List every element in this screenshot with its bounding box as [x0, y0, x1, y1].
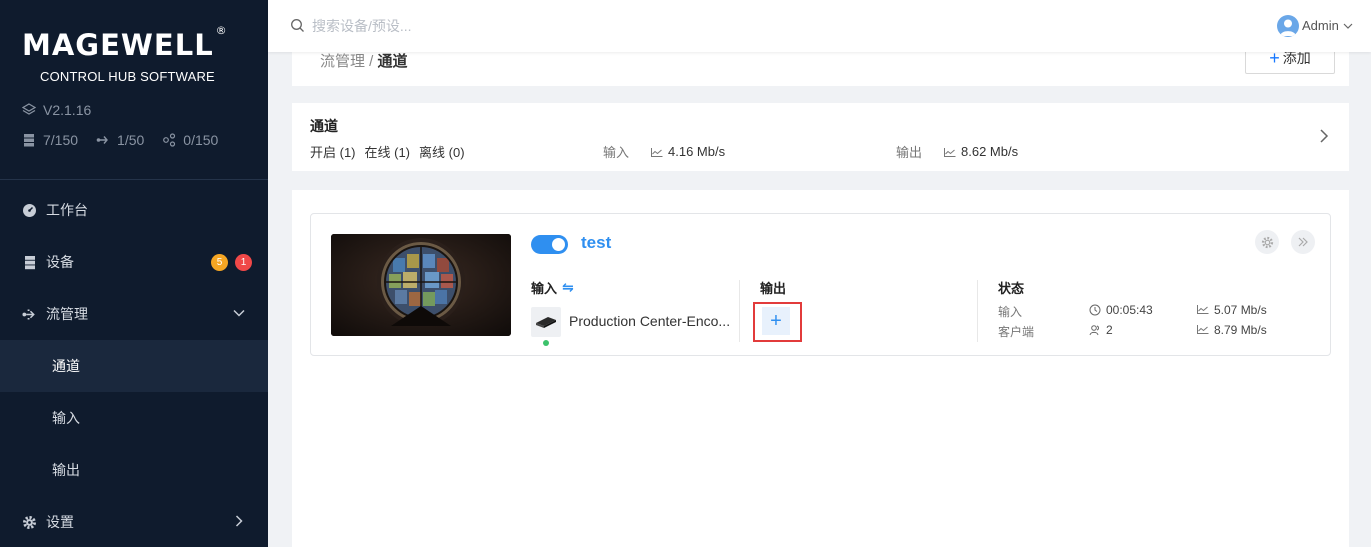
- server-icon: [22, 133, 36, 147]
- column-divider: [977, 280, 978, 342]
- warning-badge: 5: [211, 254, 228, 271]
- chevron-down-icon: [233, 309, 245, 317]
- version-text: V2.1.16: [43, 102, 92, 118]
- add-output-button[interactable]: +: [762, 307, 790, 335]
- chevron-right-icon[interactable]: [1317, 128, 1331, 144]
- gear-icon: [22, 515, 37, 530]
- channel-card[interactable]: test 输入 ⇋ Production Center-Enco... 输出 +…: [310, 213, 1331, 356]
- user-name: Admin: [1302, 18, 1339, 33]
- status-clients: 2: [1089, 323, 1113, 337]
- summary-title: 通道: [310, 118, 338, 134]
- bandwidth-icon: [1197, 324, 1209, 336]
- output-section-title: 输出: [760, 278, 786, 297]
- top-bar: Admin: [268, 0, 1371, 52]
- output-rate-label: 输出: [896, 145, 923, 160]
- channel-name[interactable]: test: [581, 233, 611, 253]
- resource-stats: 7/150 1/50 0/150: [22, 132, 236, 148]
- brand-logo: MAGEWELL ®: [22, 24, 228, 62]
- bandwidth-icon: [1197, 304, 1209, 316]
- swap-icon[interactable]: ⇋: [562, 279, 574, 296]
- input-header: 输入: [531, 281, 558, 296]
- error-badge: 1: [235, 254, 252, 271]
- summary-counts: 开启 (1) 在线 (1) 离线 (0): [310, 142, 474, 161]
- nav-outputs-label: 输出: [52, 462, 80, 478]
- search-input[interactable]: [312, 14, 612, 38]
- nav-channels[interactable]: 通道: [0, 340, 268, 392]
- bandwidth-icon: [944, 147, 956, 157]
- output-header: 输出: [760, 281, 787, 296]
- layers-icon: [22, 103, 36, 117]
- search-icon: [291, 19, 304, 32]
- nav-stream-management[interactable]: 流管理: [0, 288, 268, 340]
- clock-icon: [1089, 304, 1101, 316]
- online-status-dot: [543, 340, 549, 346]
- status-clients-label: 客户端: [998, 325, 1035, 339]
- nav-dashboard[interactable]: 工作台: [0, 184, 268, 236]
- nav-devices-label: 设备: [46, 254, 74, 270]
- sidebar-divider: [0, 179, 268, 180]
- enabled-count: 开启 (1): [310, 145, 356, 160]
- encoder-device-icon: [531, 307, 561, 337]
- input-section-title: 输入 ⇋: [531, 278, 574, 297]
- channel-expand-button[interactable]: [1291, 230, 1315, 254]
- sidebar: MAGEWELL ® CONTROL HUB SOFTWARE V2.1.16 7…: [0, 0, 268, 547]
- breadcrumb: 流管理 / 通道: [320, 50, 408, 71]
- channel-summary[interactable]: 通道 开启 (1) 在线 (1) 离线 (0) 输入 4.16 Mb/s 输出 8.…: [292, 103, 1349, 171]
- nav-channels-label: 通道: [52, 358, 80, 374]
- stream-icon: [96, 133, 110, 147]
- nav-devices[interactable]: 设备 5 1: [0, 236, 268, 288]
- status-input-label: 输入: [998, 305, 1023, 319]
- output-rate-value: 8.79 Mb/s: [1214, 323, 1267, 337]
- share-icon: [162, 133, 176, 147]
- input-rate-value: 4.16 Mb/s: [668, 144, 726, 159]
- dashboard-icon: [22, 203, 37, 218]
- stream-count: 1/50: [117, 132, 145, 148]
- device-count: 7/150: [43, 132, 79, 148]
- output-rate-value: 8.62 Mb/s: [961, 144, 1019, 159]
- nav-dashboard-label: 工作台: [46, 202, 88, 218]
- version-info: V2.1.16: [22, 102, 91, 118]
- input-device-name[interactable]: Production Center-Enco...: [569, 313, 739, 329]
- nav-stream-management-label: 流管理: [46, 306, 88, 322]
- online-count: 在线 (1): [364, 145, 411, 160]
- breadcrumb-current: 通道: [377, 53, 408, 70]
- avatar[interactable]: [1277, 15, 1299, 37]
- nav-settings-label: 设置: [46, 514, 74, 530]
- bandwidth-icon: [651, 147, 663, 157]
- offline-count: 离线 (0): [419, 145, 465, 160]
- duration-value: 00:05:43: [1106, 303, 1153, 317]
- input-rate-value: 5.07 Mb/s: [1214, 303, 1267, 317]
- summary-output-rate: 输出 8.62 Mb/s: [896, 142, 1018, 161]
- double-chevron-right-icon: [1298, 237, 1308, 247]
- output-count: 0/150: [183, 132, 219, 148]
- summary-input-rate: 输入 4.16 Mb/s: [603, 142, 725, 161]
- nav-inputs[interactable]: 输入: [0, 392, 268, 444]
- nav-settings[interactable]: 设置: [0, 496, 268, 547]
- users-icon: [1089, 324, 1101, 336]
- status-section-title: 状态: [998, 278, 1024, 297]
- gear-icon: [1261, 236, 1273, 248]
- breadcrumb-parent[interactable]: 流管理 /: [320, 53, 378, 70]
- device-icon: [22, 255, 37, 270]
- nav-inputs-label: 输入: [52, 410, 80, 426]
- nav-outputs[interactable]: 输出: [0, 444, 268, 496]
- channel-preview[interactable]: [331, 234, 511, 336]
- user-menu[interactable]: Admin: [1302, 18, 1354, 33]
- status-input-rate: 5.07 Mb/s: [1197, 303, 1267, 317]
- channel-settings-button[interactable]: [1255, 230, 1279, 254]
- chevron-right-icon: [235, 515, 243, 527]
- status-duration: 00:05:43: [1089, 303, 1153, 317]
- status-header: 状态: [998, 281, 1025, 296]
- clients-value: 2: [1106, 323, 1113, 337]
- status-output-rate: 8.79 Mb/s: [1197, 323, 1267, 337]
- channel-enable-toggle[interactable]: [531, 235, 568, 254]
- column-divider: [739, 280, 740, 342]
- brand-subtitle: CONTROL HUB SOFTWARE: [40, 69, 215, 84]
- channel-list: test 输入 ⇋ Production Center-Enco... 输出 +…: [292, 190, 1349, 547]
- stream-management-icon: [22, 307, 37, 322]
- chevron-down-icon: [1343, 23, 1353, 29]
- input-rate-label: 输入: [603, 145, 630, 160]
